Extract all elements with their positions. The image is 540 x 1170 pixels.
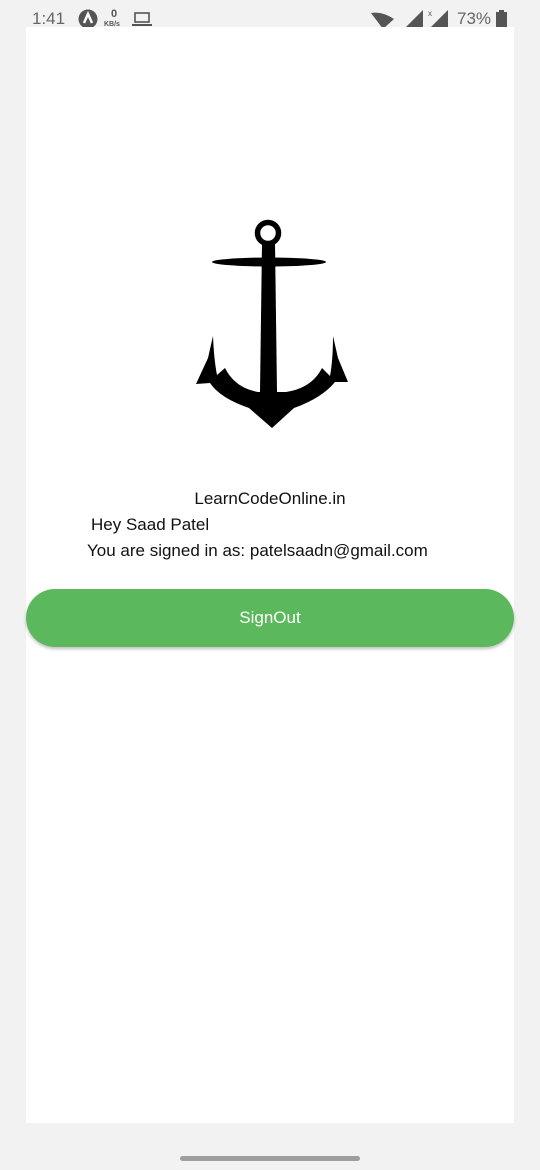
signout-label: SignOut bbox=[239, 608, 301, 627]
gesture-nav-handle[interactable] bbox=[180, 1156, 360, 1161]
signed-in-text: You are signed in as: patelsaadn@gmail.c… bbox=[87, 541, 428, 560]
anchor-icon bbox=[196, 219, 348, 428]
brand-text: LearnCodeOnline.in bbox=[194, 489, 346, 508]
greeting-text: Hey Saad Patel bbox=[91, 515, 210, 534]
signout-button[interactable]: SignOut bbox=[26, 589, 514, 647]
